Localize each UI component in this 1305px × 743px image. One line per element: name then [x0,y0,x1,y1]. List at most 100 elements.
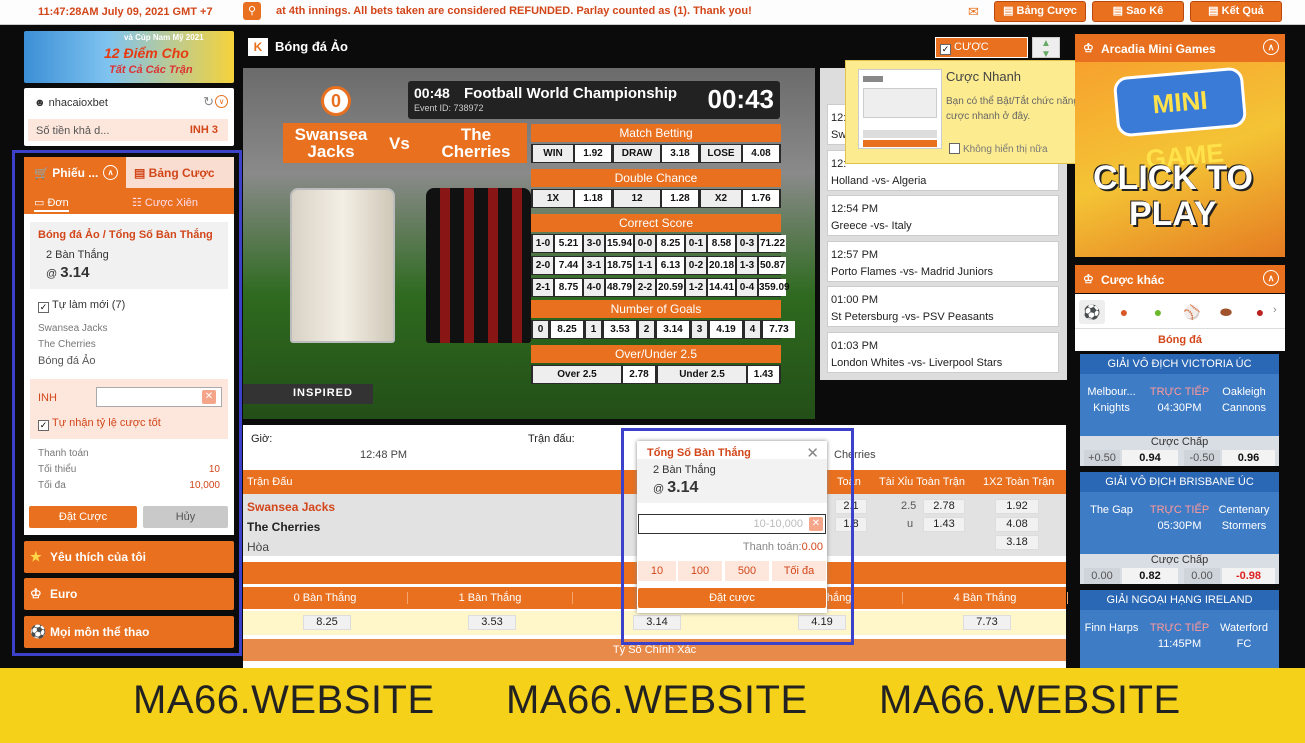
banner-line3: Tất Cả Các Trận [109,64,193,76]
odds-button[interactable]: -0.98 [1222,568,1275,584]
vs-label: Vs [389,134,410,153]
score-label: 1-0 [533,235,553,252]
score-odds[interactable]: 20.18 [708,257,735,274]
sport-label: Bóng đá [1075,329,1285,351]
odds-button[interactable]: 0.94 [1122,450,1178,466]
dont-show-checkbox[interactable]: Không hiển thị nữa [949,143,1048,155]
goal-odds-button[interactable]: 8.25 [303,615,351,630]
goal-odds[interactable]: 4.19 [710,321,742,338]
goal-odds[interactable]: 3.14 [657,321,689,338]
list-icon: ▤ [1003,5,1017,17]
score-odds[interactable]: 7.44 [555,257,582,274]
score-odds[interactable]: 5.21 [555,235,582,252]
other-bets-header[interactable]: ♔ Cược khác ∧ [1075,265,1285,293]
teams-banner: Swansea Jacks Vs The Cherries [283,123,527,163]
soccer-icon[interactable]: ⚽ [1079,300,1105,324]
home-win-odds[interactable]: 1.92 [995,499,1039,514]
score-odds[interactable]: 359.09 [759,279,790,296]
goal-odds[interactable]: 7.73 [763,321,795,338]
handicap-line: 0.00 [1184,568,1220,584]
search-icon[interactable]: ⚲ [243,2,261,20]
baseball-icon[interactable]: ⚾ [1179,300,1205,324]
score-odds[interactable]: 8.58 [708,235,735,252]
statement-icon: ▤ [1112,5,1127,17]
match-list-item[interactable]: 12:54 PM Greece -vs- Italy [827,195,1059,236]
match-time: 12: [831,157,847,170]
chevron-right-icon[interactable]: › [1273,304,1277,316]
chevron-up-icon[interactable]: ∧ [1263,39,1279,55]
bet-list-button[interactable]: ▤ Bảng Cược [994,1,1086,22]
league-card[interactable]: GIẢI VÔ ĐỊCH VICTORIA ÚC Melbour... Knigh… [1080,354,1279,466]
basketball-icon[interactable]: ● [1111,300,1137,324]
score-odds[interactable]: 8.75 [555,279,582,296]
refresh-icon[interactable]: ↻ [203,94,214,110]
match-time: 12:54 PM [831,203,879,215]
results-button[interactable]: ▤ Kết Quả [1190,1,1282,22]
score-label: 2-0 [533,257,553,274]
handicap-odds-row: +0.50 0.94 -0.50 0.96 [1080,450,1279,466]
cricket-icon[interactable]: ● [1247,300,1273,324]
highlight-frame-popup [621,428,854,645]
score-odds[interactable]: 20.59 [657,279,684,296]
score-odds[interactable]: 8.25 [657,235,684,252]
mini-games-header[interactable]: ♔ Arcadia Mini Games ∧ [1075,34,1285,62]
league-card[interactable]: GIẢI VÔ ĐỊCH BRISBANE ÚC The Gap TRỰC TIẾP… [1080,472,1279,584]
live-status: TRỰC TIẾP 05:30PM [1149,504,1210,532]
clock: 11:47:28AM July 09, 2021 GMT +7 [38,6,213,18]
goal-label: 4 [745,321,760,338]
score-odds[interactable]: 15.94 [606,235,633,252]
quick-bet-preview-image [858,69,942,149]
mini-game-banner[interactable]: MINI GAME CLICK TO PLAY [1075,62,1285,257]
away-team: Oakleigh Cannons [1221,386,1267,414]
sort-icon[interactable]: ▲ ▼ [1032,37,1060,60]
tennis-icon[interactable]: ● [1145,300,1171,324]
away-win-odds[interactable]: 4.08 [995,517,1039,532]
league-match: Finn Harps TRỰC TIẾP 11:45PM Waterford FC [1080,610,1279,672]
match-list-item[interactable]: 01:00 PM St Petersburg -vs- PSV Peasants [827,286,1059,327]
match-list-item[interactable]: 01:03 PM London Whites -vs- Liverpool Sta… [827,331,1059,373]
match-name: Porto Flames -vs- Madrid Juniors [831,265,993,278]
chevron-down-icon[interactable]: ∨ [215,95,228,108]
account-box: ☻ nhacaioxbet ↻ ∨ Số tiền khả d... INH 3 [24,88,234,146]
league-card[interactable]: GIẢI NGOẠI HẠNG IRELAND Finn Harps TRỰC TI… [1080,590,1279,672]
odds-button[interactable]: 0.82 [1122,568,1178,584]
score-odds[interactable]: 14.41 [708,279,735,296]
score-odds[interactable]: 48.79 [606,279,633,296]
score-odds[interactable]: 71.22 [759,235,786,252]
home-team: Melbour... Knights [1087,386,1136,414]
quick-bet-toggle[interactable]: ✓CƯỢC NHANH [935,37,1028,72]
live-status: TRỰC TIẾP 04:30PM [1149,386,1210,414]
goal-odds-button[interactable]: 3.53 [468,615,516,630]
away-shirt [426,188,531,343]
match-time: 00:48 [414,85,450,101]
mini-game-logo: MINI GAME [1112,66,1248,174]
score-odds[interactable]: 50.87 [759,257,786,274]
under-odds[interactable]: 1.43 [923,517,965,532]
over-odds[interactable]: 2.78 [923,499,965,514]
mail-icon[interactable]: ✉ [968,4,979,20]
video-scoreboard: 00:48 Football World Championship Event … [408,81,780,119]
inspired-brand: INSPIRED [243,384,373,404]
goal-odds[interactable]: 3.53 [604,321,636,338]
score-label: 4-0 [584,279,604,296]
handicap-line: 0.00 [1084,568,1120,584]
handicap-label: Cược Chấp [1150,554,1209,566]
match-list-item[interactable]: 12:57 PM Porto Flames -vs- Madrid Juniors [827,240,1059,282]
score-odds[interactable]: 6.13 [657,257,684,274]
football-icon[interactable]: ⬬ [1213,300,1239,324]
handicap-label: Cược Chấp [1150,436,1209,448]
odds-button[interactable]: 0.96 [1222,450,1275,466]
statement-button[interactable]: ▤ Sao Kê [1092,1,1184,22]
score-label: 1-1 [635,257,655,274]
draw-odds[interactable]: 3.18 [995,535,1039,550]
promo-banner[interactable]: và Cúp Nam Mỹ 2021 12 Điểm Cho Tất Cả Cá… [24,31,234,83]
chevron-up-icon[interactable]: ∧ [1263,270,1279,286]
score-odds[interactable]: 18.75 [606,257,633,274]
match-time: 12: [831,112,847,124]
goal-odds-button[interactable]: 7.73 [963,615,1011,630]
match-name: St Petersburg -vs- PSV Peasants [831,311,994,323]
goal-odds[interactable]: 8.25 [551,321,583,338]
away-team: Waterford FC [1220,622,1268,650]
home-team-name: Swansea Jacks [294,125,368,161]
time-value: 12:48 PM [360,449,408,461]
